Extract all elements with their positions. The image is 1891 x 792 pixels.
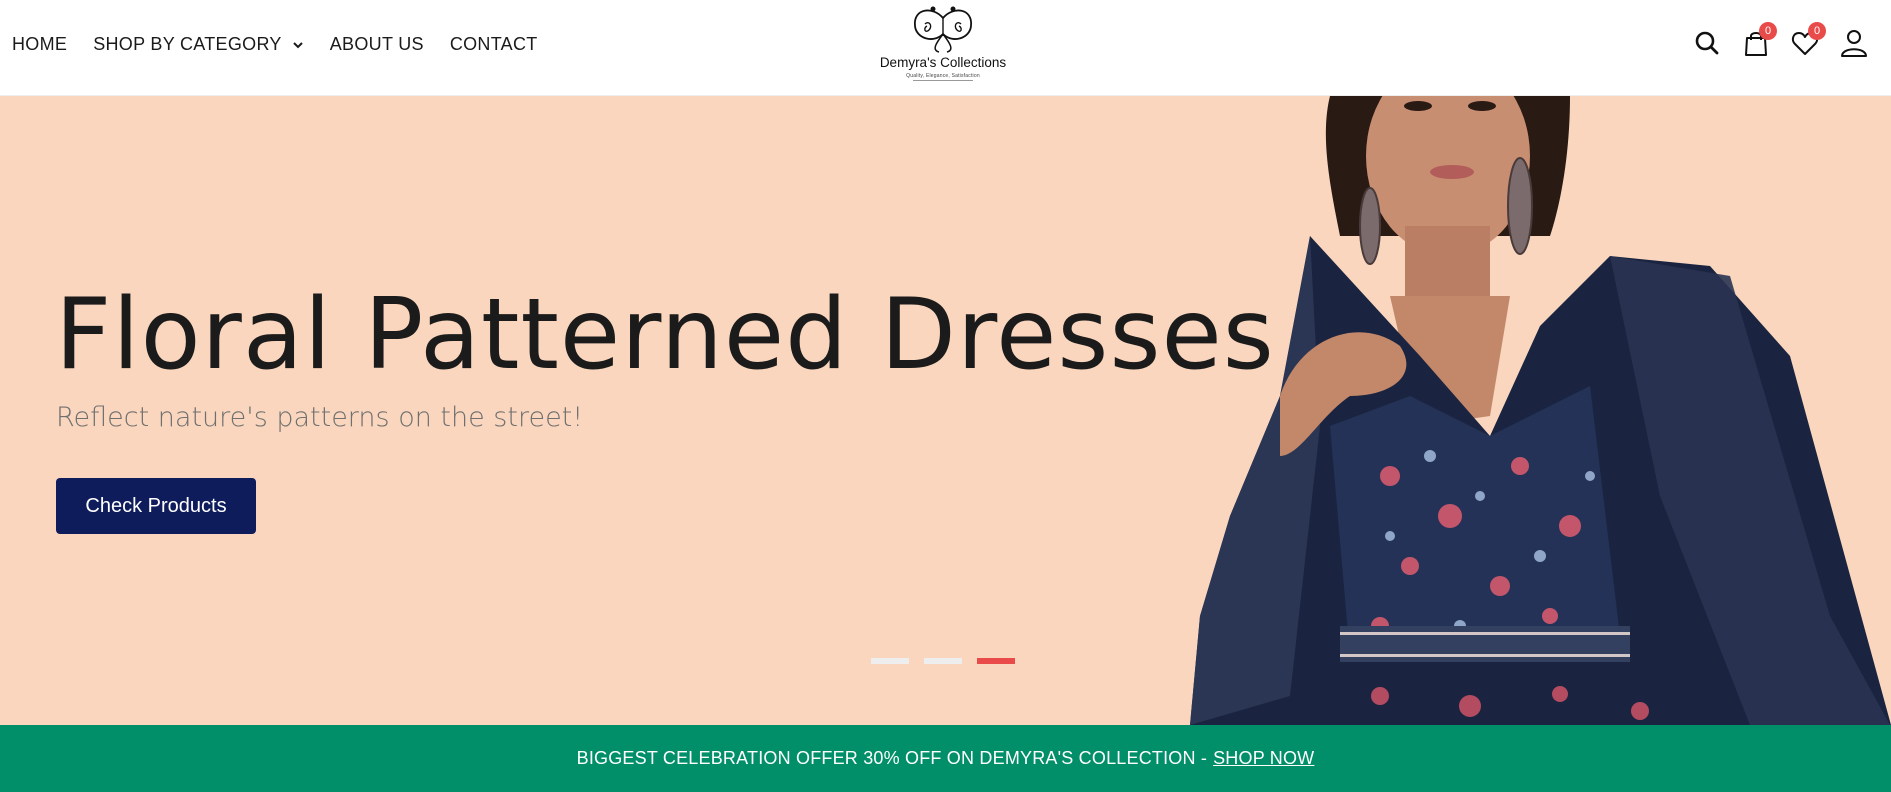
butterfly-logo-icon xyxy=(914,6,972,53)
cart-button[interactable]: 0 xyxy=(1741,22,1777,58)
check-products-button[interactable]: Check Products xyxy=(56,478,256,534)
nav-about-us[interactable]: ABOUT US xyxy=(330,34,424,55)
chevron-down-icon xyxy=(293,41,303,48)
hero-slider: Floral Patterned Dresses Reflect nature'… xyxy=(0,96,1891,725)
slider-dot-2[interactable] xyxy=(924,658,962,664)
hero-title: Floral Patterned Dresses xyxy=(55,278,1275,392)
search-icon xyxy=(1695,31,1719,55)
promo-banner: BIGGEST CELEBRATION OFFER 30% OFF ON DEM… xyxy=(0,725,1891,792)
shop-now-link[interactable]: SHOP NOW xyxy=(1213,748,1314,769)
user-icon xyxy=(1841,30,1867,57)
nav-contact[interactable]: CONTACT xyxy=(450,34,538,55)
logo-underline xyxy=(913,80,973,81)
logo-tagline: Quality, Elegance, Satisfaction xyxy=(906,73,980,79)
nav-shop-by-category[interactable]: SHOP BY CATEGORY xyxy=(93,34,304,55)
site-logo[interactable]: Demyra's Collections Quality, Elegance, … xyxy=(870,4,1016,81)
site-header: HOME SHOP BY CATEGORY ABOUT US CONTACT D… xyxy=(0,0,1891,96)
slider-pagination xyxy=(871,658,1030,664)
search-button[interactable] xyxy=(1692,28,1722,58)
wishlist-count-badge: 0 xyxy=(1808,22,1826,40)
hero-subtitle: Reflect nature's patterns on the street! xyxy=(56,402,584,433)
header-icons: 0 0 xyxy=(1673,22,1869,58)
slider-dot-1[interactable] xyxy=(871,658,909,664)
cart-count-badge: 0 xyxy=(1759,22,1777,40)
nav-shop-by-category-label: SHOP BY CATEGORY xyxy=(93,34,282,54)
logo-brand-name: Demyra's Collections xyxy=(879,55,1007,70)
main-nav: HOME SHOP BY CATEGORY ABOUT US CONTACT xyxy=(12,34,564,55)
model-photo xyxy=(1190,96,1891,725)
slider-dot-3[interactable] xyxy=(977,658,1015,664)
account-button[interactable] xyxy=(1839,28,1869,58)
nav-home[interactable]: HOME xyxy=(12,34,67,55)
wishlist-button[interactable]: 0 xyxy=(1790,22,1826,58)
promo-text: BIGGEST CELEBRATION OFFER 30% OFF ON DEM… xyxy=(576,748,1208,768)
